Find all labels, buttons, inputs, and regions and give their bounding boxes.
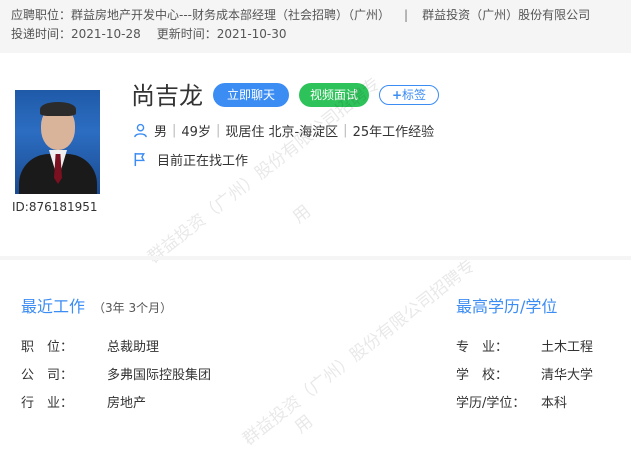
chat-now-button[interactable]: 立即聊天	[213, 83, 289, 107]
flag-icon	[133, 152, 147, 167]
video-interview-button[interactable]: 视频面试	[299, 83, 369, 107]
candidate-name: 尚吉龙	[131, 82, 203, 110]
delivered-label: 投递时间：	[11, 27, 72, 41]
updated-date: 2021-10-30	[216, 27, 287, 41]
degree-value: 本科	[541, 396, 568, 411]
major-value: 土木工程	[541, 340, 594, 355]
age: 49岁	[181, 125, 211, 140]
industry-label: 行 业：	[21, 396, 74, 411]
add-tag-button[interactable]: +标签	[379, 85, 439, 105]
person-icon	[133, 123, 148, 138]
major-label: 专 业：	[456, 340, 509, 355]
header-separator: |	[404, 8, 409, 22]
updated-label: 更新时间：	[156, 27, 217, 41]
job-title-value: 总裁助理	[107, 340, 160, 355]
position-label: 应聘职位：	[11, 8, 72, 22]
plus-icon: +	[391, 88, 403, 102]
watermark-text: 用	[289, 201, 315, 228]
company-name: 群益投资（广州）股份有限公司	[422, 8, 591, 22]
recent-work-section-title: 最近工作 （3年 3个月）	[21, 293, 172, 317]
school-label: 学 校：	[456, 368, 509, 383]
gender: 男	[154, 125, 168, 140]
delivered-date: 2021-10-28	[71, 27, 141, 41]
recent-work-title: 最近工作	[21, 297, 86, 316]
job-status: 目前正在找工作	[133, 150, 248, 169]
company-value: 多弗国际控股集团	[107, 368, 212, 383]
candidate-basic-info: 男 | 49岁 | 现居住 北京-海淀区 | 25年工作经验	[133, 121, 434, 140]
watermark-text: 群益投资（广州）股份有限公司招聘专	[239, 256, 480, 450]
resume-id: ID:876181951	[12, 200, 98, 214]
candidate-photo	[15, 90, 100, 194]
job-status-text: 目前正在找工作	[157, 154, 249, 169]
watermark-upper-tail: 用	[286, 198, 315, 228]
position-value: 群益房地产开发中心---财务成本部经理（社会招聘）（广州）	[71, 8, 391, 22]
application-dates-line: 投递时间：2021-10-28 更新时间：2021-10-30	[11, 25, 287, 44]
degree-label: 学历/学位：	[456, 396, 526, 411]
tag-label: 标签	[402, 88, 427, 102]
residence: 现居住 北京-海淀区	[225, 125, 339, 140]
section-divider	[0, 256, 631, 260]
application-position-line: 应聘职位：群益房地产开发中心---财务成本部经理（社会招聘）（广州） | 群益投资（…	[11, 6, 590, 25]
industry-value: 房地产	[107, 396, 147, 411]
education-section-title: 最高学历/学位	[456, 293, 557, 317]
education-title: 最高学历/学位	[456, 297, 558, 316]
recent-work-duration: （3年 3个月）	[93, 301, 173, 315]
application-info-bar: 应聘职位：群益房地产开发中心---财务成本部经理（社会招聘）（广州） | 群益投资（…	[0, 0, 631, 53]
watermark-text: 用	[291, 411, 317, 438]
job-title-label: 职 位：	[21, 340, 74, 355]
work-experience: 25年工作经验	[352, 125, 435, 140]
school-value: 清华大学	[541, 368, 594, 383]
company-label: 公 司：	[21, 368, 74, 383]
watermark-lower: 群益投资（广州）股份有限公司招聘专	[236, 252, 479, 450]
